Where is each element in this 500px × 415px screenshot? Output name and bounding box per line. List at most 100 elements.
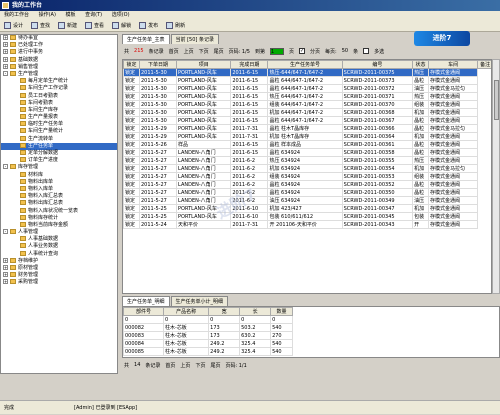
column-header[interactable]: 生产任务单号 — [267, 60, 343, 69]
table-row[interactable]: 锁定 2011-5-29 PORTLAND-风车 2011-7-31 晶粒 柱木T晶库存… — [123, 124, 492, 133]
column-header[interactable]: 状态 — [412, 60, 430, 69]
tree-item[interactable]: + 基础数据 — [1, 56, 117, 64]
table-row[interactable]: 锁定 2011-5-27 LANDEN-八角门 2011-6-2 油压 634924 SC… — [123, 196, 492, 205]
scrollbar-thumb[interactable] — [494, 80, 499, 120]
tree-item[interactable]: 人事业务数据 — [1, 243, 117, 250]
tree-item[interactable]: 员工日考勤表 — [1, 92, 117, 100]
detail-first-page-link[interactable]: 首页 — [165, 362, 175, 369]
paging-checkbox[interactable]: ✓ — [299, 48, 305, 54]
detail-row[interactable]: 000083 柱木-芯板 173 630.2 270 — [123, 331, 293, 340]
detail-next-page-link[interactable]: 下页 — [195, 362, 205, 369]
pagesize-input[interactable]: 50 — [342, 48, 348, 54]
tab-main-table[interactable]: 生产任务单_主表 — [122, 34, 170, 44]
detail-prev-page-link[interactable]: 上页 — [180, 362, 190, 369]
tree-item[interactable]: 车间生产库存 — [1, 106, 117, 114]
detail-column-header[interactable]: 数量 — [270, 307, 293, 316]
view-button[interactable]: 查看 — [81, 21, 108, 31]
table-row[interactable]: 锁定 2011-5-29 PORTLAND-风车 2011-7-31 机加 柱木T晶库存… — [123, 132, 492, 141]
detail-last-page-link[interactable]: 尾页 — [210, 362, 220, 369]
table-cell: 2011-6-2 — [230, 156, 269, 165]
folder-icon — [20, 92, 26, 98]
vertical-scrollbar[interactable] — [492, 59, 500, 294]
expand-icon[interactable]: + — [3, 63, 8, 69]
tree-item[interactable]: + 存档维护 — [1, 257, 117, 265]
table-row[interactable]: 锁定 2011-5-24 天和平价 2011-7-31 开 201106-天和平价 SCR… — [123, 220, 492, 229]
tree-item[interactable]: + 采购管理 — [1, 279, 117, 286]
tree-item[interactable]: + 进行中事务 — [1, 49, 117, 56]
expand-icon[interactable]: + — [3, 42, 8, 48]
menu-workbench[interactable]: 我的工作台 — [4, 12, 29, 18]
table-row[interactable]: 锁定 2011-5-30 PORTLAND-风车 2011-6-15 热压 644/64… — [123, 92, 492, 101]
publish-button[interactable]: 发布 — [135, 21, 162, 31]
column-header[interactable]: 项目 — [176, 60, 232, 69]
tree-item[interactable]: 车间生产工作记录 — [1, 85, 117, 92]
tree-item[interactable]: 生产流转单 — [1, 135, 117, 143]
tree-item[interactable]: 车间考勤表 — [1, 99, 117, 107]
detail-row[interactable]: 000082 柱木-芯板 173 503.2 540 — [123, 323, 293, 332]
expand-icon[interactable]: + — [3, 56, 8, 62]
first-page-link[interactable]: 首页 — [169, 48, 179, 55]
find-button[interactable]: 查找 — [27, 21, 54, 31]
tree-item[interactable]: 生产任务单 — [1, 142, 117, 150]
multi-select-checkbox[interactable] — [363, 48, 370, 54]
tab-detail[interactable]: 生产任务单_明细 — [122, 296, 170, 306]
table-row[interactable]: 锁定 2011-5-30 PORTLAND-风车 2011-6-15 晶粒 644/64… — [123, 84, 492, 93]
table-row[interactable]: 锁定 2011-5-30 PORTLAND-风车 2011-6-15 晶粒 644/64… — [123, 76, 492, 85]
table-row[interactable]: 锁定 2011-5-30 PORTLAND-风车 2011-6-15 组装 644/64… — [123, 100, 492, 109]
tree-item[interactable]: 车间生产量统计 — [1, 128, 117, 135]
expand-icon[interactable]: + — [3, 279, 8, 285]
design-button[interactable]: 设计 — [0, 21, 27, 31]
tree-item[interactable]: - 库存管理 — [1, 164, 117, 171]
next-page-link[interactable]: 下页 — [199, 48, 209, 55]
tab-subtotal-detail[interactable]: 生产任务单小计_明细 — [170, 296, 229, 306]
detail-column-header[interactable]: 宽 — [208, 307, 241, 316]
tree-item[interactable]: 定单分解数据 — [1, 150, 117, 157]
tree-item[interactable]: + 销售管理 — [1, 63, 117, 71]
unlock-button[interactable]: 解锁 — [108, 21, 135, 31]
tree-item[interactable]: 人事统计查询 — [1, 250, 117, 258]
table-row[interactable]: 锁定 2011-5-25 PORTLAND-风车 2011-6-10 机加 423/42… — [123, 204, 492, 213]
tab-record-count[interactable]: 当前 [50] 条记录 — [170, 34, 219, 44]
collapse-icon[interactable]: - — [3, 164, 8, 170]
menu-options[interactable]: 选项(O) — [112, 12, 130, 18]
tree-item[interactable]: 物料库存统计 — [1, 214, 117, 222]
goto-page-input[interactable]: 1 — [269, 47, 284, 55]
tree-item[interactable]: 材料库 — [1, 171, 117, 179]
table-row[interactable]: 锁定 2011-5-25 PORTLAND-风车 2011-6-10 包装 610/61… — [123, 212, 492, 221]
last-page-link[interactable]: 尾页 — [214, 48, 224, 55]
table-row[interactable]: 锁定 2011-5-30 PORTLAND-风车 2011-6-15 晶粒 644/64… — [123, 116, 492, 125]
expand-icon[interactable]: + — [3, 257, 8, 263]
table-row[interactable]: 锁定 2011-5-30 PORTLAND-风车 2011-6-15 热压-644/64… — [123, 68, 492, 77]
detail-column-header[interactable]: 部件号 — [123, 307, 164, 316]
prev-page-link[interactable]: 上页 — [184, 48, 194, 55]
column-header[interactable]: 完成日期 — [230, 60, 269, 69]
column-header[interactable]: 编号 — [341, 60, 414, 69]
expand-icon[interactable]: + — [3, 35, 8, 40]
column-header[interactable]: 锁定 — [123, 60, 140, 69]
detail-column-header[interactable]: 长 — [239, 307, 272, 316]
detail-row[interactable]: 000084 柱木-芯板 249.2 325.4 540 — [123, 339, 293, 348]
refresh-button[interactable]: 刷新 — [162, 21, 189, 31]
tree-item[interactable]: 物料入库状况统一览表 — [1, 207, 117, 215]
menu-template[interactable]: 模板 — [66, 12, 76, 18]
expand-icon[interactable]: + — [3, 265, 8, 270]
tree-item[interactable]: 物料出库汇总表 — [1, 200, 117, 207]
column-header[interactable]: 备注 — [477, 60, 491, 69]
expand-icon[interactable]: + — [3, 272, 8, 278]
tree-item[interactable]: 人事基础数据 — [1, 236, 117, 243]
tree-item[interactable]: 物料当前库存金额 — [1, 221, 117, 229]
tree-item[interactable]: 物料出库单 — [1, 178, 117, 186]
collapse-icon[interactable]: - — [3, 229, 8, 235]
detail-row[interactable]: 00000 — [123, 315, 293, 324]
column-header[interactable]: 下单日期 — [138, 60, 178, 69]
menu-query[interactable]: 查询(T) — [85, 12, 102, 18]
detail-column-header[interactable]: 产品名称 — [162, 307, 210, 316]
column-header[interactable]: 车间 — [428, 60, 479, 69]
collapse-icon[interactable]: - — [3, 70, 8, 76]
menu-operation[interactable]: 操作(A) — [39, 12, 56, 18]
new-button[interactable]: 新建 — [54, 21, 81, 31]
table-row[interactable]: 锁定 2011-5-30 PORTLAND-风车 2011-6-15 机加 644/64… — [123, 108, 492, 117]
detail-row[interactable]: 000085 柱木-芯板 249.2 325.4 540 — [123, 347, 293, 356]
expand-icon[interactable]: + — [3, 49, 8, 55]
tree-item[interactable]: - 人事管理 — [1, 229, 117, 236]
